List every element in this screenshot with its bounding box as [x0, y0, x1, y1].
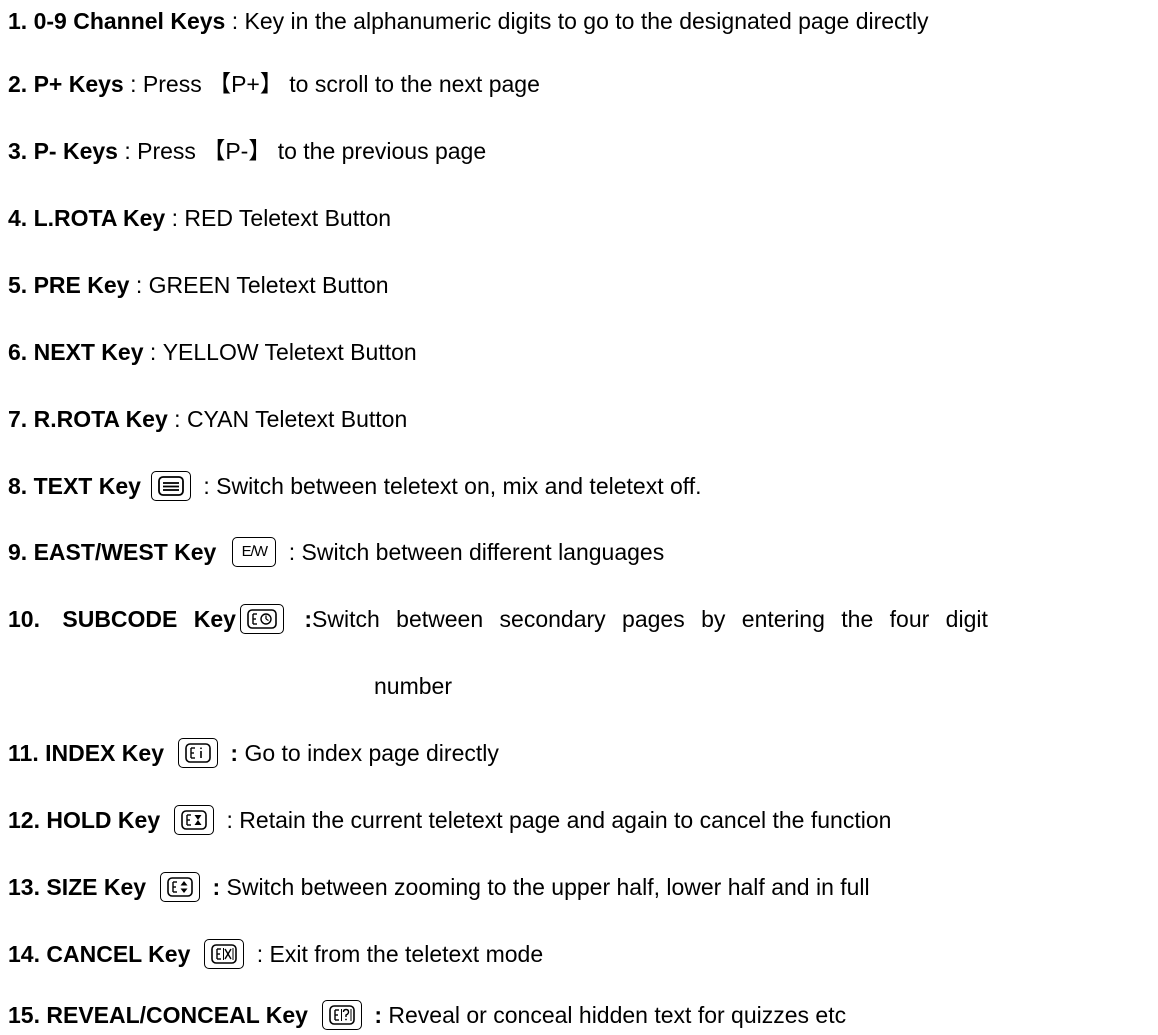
item-separator: :: [167, 406, 187, 432]
item-description: Reveal or conceal hidden text for quizze…: [388, 1002, 847, 1028]
list-item-p-minus-keys: 3. P- Keys : Press 【P-】 to the previous …: [8, 136, 486, 166]
item-description: Switch between different languages: [301, 539, 665, 565]
item-separator: :: [123, 71, 143, 97]
item-description: Key in the alphanumeric digits to go to …: [244, 8, 929, 34]
list-item-l-rota-key: 4. L.ROTA Key : RED Teletext Button: [8, 203, 391, 233]
item-separator: :: [165, 205, 185, 231]
item-key-name: SIZE Key: [46, 874, 147, 900]
bracket-open: 【: [208, 71, 232, 97]
item-separator: :: [129, 272, 149, 298]
item-description: Switch between teletext on, mix and tele…: [216, 473, 702, 499]
item-description: RED Teletext Button: [184, 205, 392, 231]
item-number: 15.: [8, 1002, 40, 1028]
item-number: 6.: [8, 339, 28, 365]
item-description: Switch between secondary pages by enteri…: [312, 606, 988, 632]
item-number: 4.: [8, 205, 28, 231]
item-key-name: 0-9 Channel Keys: [33, 8, 226, 34]
item-number: 7.: [8, 406, 28, 432]
list-item-text-key: 8. TEXT Key : Switch between teletext on…: [8, 471, 702, 501]
item-separator: :: [220, 807, 240, 833]
item-description-continued: number: [374, 673, 452, 699]
text-icon: [150, 471, 191, 501]
list-item-east-west-key: 9. EAST/WEST Key E/W : Switch between di…: [8, 537, 664, 567]
item-description: Retain the current teletext page and aga…: [239, 807, 892, 833]
list-item-reveal-conceal-key: 15. REVEAL/CONCEAL Key : Reveal or conce…: [8, 1000, 846, 1030]
item-key-name: NEXT Key: [33, 339, 144, 365]
item-number: 13.: [8, 874, 40, 900]
item-separator: :: [206, 874, 227, 900]
item-key-name: CANCEL Key: [46, 941, 191, 967]
item-description: YELLOW Teletext Button: [162, 339, 417, 365]
teletext-key-list: 1. 0-9 Channel Keys : Key in the alphanu…: [0, 0, 1158, 1035]
item-key-name: TEXT Key: [33, 473, 141, 499]
east-west-icon-label: E/W: [241, 543, 268, 560]
list-item-index-key: 11. INDEX Key : Go to index page directl…: [8, 738, 499, 768]
item-key-name: PRE Key: [33, 272, 130, 298]
item-description: Switch between zooming to the upper half…: [226, 874, 870, 900]
item-key-name: REVEAL/CONCEAL Key: [46, 1002, 308, 1028]
list-item-cancel-key: 14. CANCEL Key : Exit from the teletext …: [8, 939, 543, 969]
item-number: 9.: [8, 539, 28, 565]
east-west-icon: E/W: [232, 537, 277, 567]
item-description-post: to scroll to the next page: [282, 71, 540, 97]
item-separator: :: [117, 138, 138, 164]
reveal-icon: [321, 1000, 362, 1030]
item-number: 8.: [8, 473, 28, 499]
bracket-key: P+: [231, 71, 260, 97]
list-item-r-rota-key: 7. R.ROTA Key : CYAN Teletext Button: [8, 404, 407, 434]
item-separator: :: [367, 1002, 389, 1028]
item-separator: :: [223, 740, 245, 766]
item-number: 2.: [8, 71, 28, 97]
index-icon: [177, 738, 218, 768]
item-description: GREEN Teletext Button: [148, 272, 389, 298]
bracket-close: 】: [248, 138, 272, 164]
bracket-key: P-: [225, 138, 249, 164]
list-item-hold-key: 12. HOLD Key : Retain the current telete…: [8, 805, 891, 835]
item-key-name: EAST/WEST Key: [33, 539, 217, 565]
item-number: 11.: [8, 740, 39, 766]
list-item-next-key: 6. NEXT Key : YELLOW Teletext Button: [8, 337, 417, 367]
size-icon: [160, 872, 201, 902]
item-description-post: to the previous page: [271, 138, 487, 164]
item-number: 3.: [8, 138, 28, 164]
item-key-name: R.ROTA Key: [33, 406, 168, 432]
item-key-name: SUBCODE Key: [62, 606, 236, 632]
item-key-name: P+ Keys: [33, 71, 124, 97]
item-key-name: HOLD Key: [46, 807, 161, 833]
item-key-name: INDEX Key: [45, 740, 164, 766]
item-number: 1.: [8, 8, 28, 34]
item-separator: :: [287, 606, 313, 632]
item-description-pre: Press: [142, 71, 209, 97]
subcode-icon: [239, 604, 284, 634]
item-separator: :: [143, 339, 163, 365]
list-item-pre-key: 5. PRE Key : GREEN Teletext Button: [8, 270, 389, 300]
hold-icon: [174, 805, 215, 835]
cancel-icon: [204, 939, 245, 969]
list-item-channel-keys: 1. 0-9 Channel Keys : Key in the alphanu…: [8, 6, 929, 36]
list-item-p-plus-keys: 2. P+ Keys : Press 【P+】 to scroll to the…: [8, 69, 540, 99]
item-separator: :: [196, 473, 217, 499]
item-number: 14.: [8, 941, 40, 967]
bracket-open: 【: [202, 138, 226, 164]
item-key-name: L.ROTA Key: [33, 205, 166, 231]
item-description: CYAN Teletext Button: [186, 406, 408, 432]
item-separator: :: [250, 941, 270, 967]
item-key-name: P- Keys: [33, 138, 118, 164]
item-number: 5.: [8, 272, 28, 298]
bracket-close: 】: [259, 71, 283, 97]
list-item-subcode-key: 10. SUBCODE Key : Switch between secondar…: [8, 604, 988, 634]
item-description-pre: Press: [137, 138, 203, 164]
item-separator: :: [282, 539, 302, 565]
item-description: Exit from the teletext mode: [269, 941, 544, 967]
list-item-size-key: 13. SIZE Key : Switch between zooming to…: [8, 872, 870, 902]
item-number: 12.: [8, 807, 40, 833]
item-number: 10.: [8, 606, 40, 632]
item-separator: :: [225, 8, 245, 34]
item-description: Go to index page directly: [244, 740, 499, 766]
